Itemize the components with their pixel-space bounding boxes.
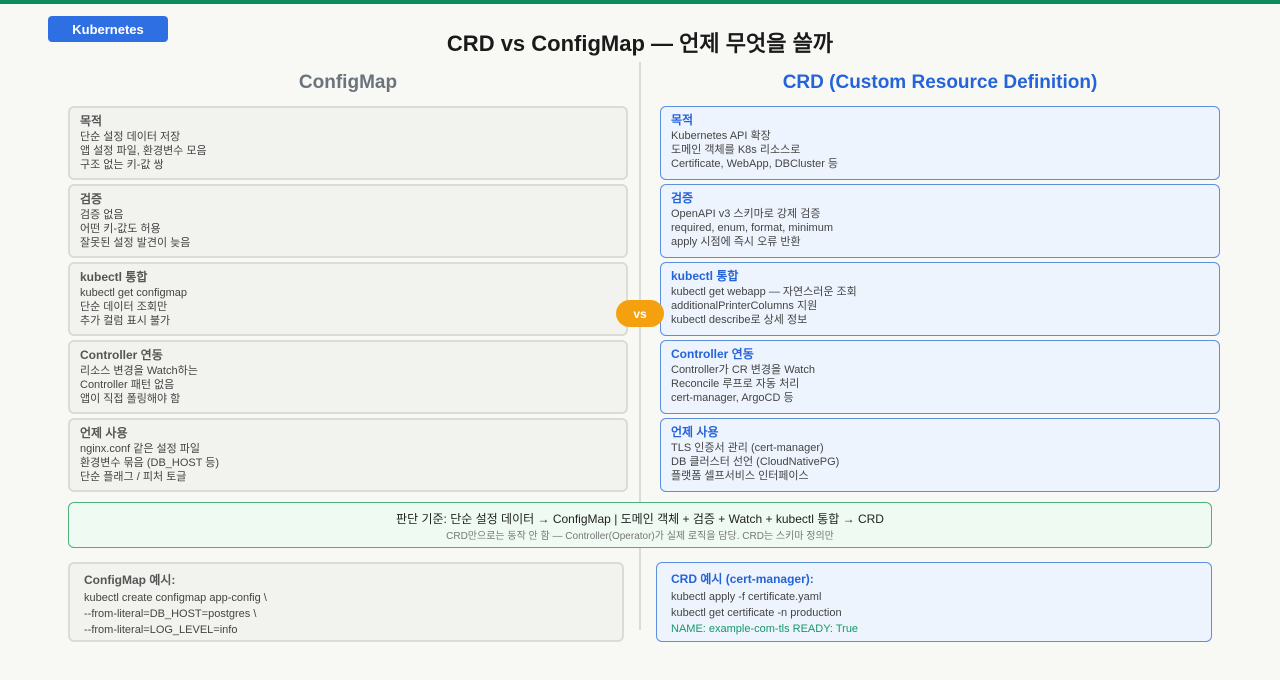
crd-example-box: CRD 예시 (cert-manager): kubectl apply -f …	[656, 562, 1212, 642]
decision-criteria-note: CRD만으로는 동작 안 함 — Controller(Operator)가 실…	[446, 531, 834, 542]
card-line: Controller 패턴 없음	[80, 379, 175, 391]
card-line: Controller가 CR 변경을 Watch	[671, 364, 815, 376]
configmap-card-when: 언제 사용 nginx.conf 같은 설정 파일 환경변수 묶음 (DB_HO…	[68, 418, 628, 492]
decision-criteria-box: 판단 기준: 단순 설정 데이터 → ConfigMap | 도메인 객체 + …	[68, 502, 1212, 548]
card-line: 어떤 키-값도 허용	[80, 223, 161, 235]
card-line: 플랫폼 셀프서비스 인터페이스	[671, 470, 809, 482]
page-title: CRD vs ConfigMap — 언제 무엇을 쓸까	[446, 31, 834, 56]
example-title: ConfigMap 예시:	[84, 573, 176, 587]
card-line: kubectl get webapp — 자연스러운 조회	[671, 286, 857, 298]
card-line: TLS 인증서 관리 (cert-manager)	[671, 442, 824, 454]
configmap-example-box: ConfigMap 예시: kubectl create configmap a…	[68, 562, 624, 642]
card-line: 추가 컬럼 표시 불가	[80, 315, 171, 327]
card-line: Certificate, WebApp, DBCluster 등	[671, 158, 839, 170]
example-output-line: NAME: example-com-tls READY: True	[671, 623, 859, 635]
example-line: --from-literal=LOG_LEVEL=info	[84, 624, 238, 636]
crd-card-controller: Controller 연동 Controller가 CR 변경을 Watch R…	[660, 340, 1220, 414]
crd-card-kubectl: kubectl 통합 kubectl get webapp — 자연스러운 조회…	[660, 262, 1220, 336]
card-line: Kubernetes API 확장	[671, 130, 771, 142]
card-title: kubectl 통합	[671, 269, 739, 283]
card-line: cert-manager, ArgoCD 등	[671, 392, 794, 404]
card-line: required, enum, format, minimum	[671, 222, 833, 234]
card-line: 단순 설정 데이터 저장	[80, 131, 181, 143]
card-line: nginx.conf 같은 설정 파일	[80, 443, 201, 455]
card-line: 검증 없음	[80, 209, 124, 221]
card-line: 도메인 객체를 K8s 리소스로	[671, 144, 801, 156]
card-line: 리소스 변경을 Watch하는	[80, 365, 198, 377]
crd-column-heading: CRD (Custom Resource Definition)	[782, 72, 1098, 93]
example-title: CRD 예시 (cert-manager):	[671, 572, 814, 586]
card-line: 구조 없는 키-값 쌍	[80, 159, 164, 171]
card-title: 목적	[671, 113, 694, 127]
configmap-card-controller: Controller 연동 리소스 변경을 Watch하는 Controller…	[68, 340, 628, 414]
example-line: kubectl apply -f certificate.yaml	[671, 591, 822, 603]
card-line: 앱 설정 파일, 환경변수 모음	[80, 145, 207, 157]
top-accent-bar	[0, 0, 1280, 4]
card-title: 목적	[80, 114, 103, 128]
crd-card-when: 언제 사용 TLS 인증서 관리 (cert-manager) DB 클러스터 …	[660, 418, 1220, 492]
configmap-card-validation: 검증 검증 없음 어떤 키-값도 허용 잘못된 설정 발견이 늦음	[68, 184, 628, 258]
card-line: kubectl describe로 상세 정보	[671, 314, 808, 326]
card-line: apply 시점에 즉시 오류 반환	[671, 236, 801, 248]
crd-card-validation: 검증 OpenAPI v3 스키마로 강제 검증 required, enum,…	[660, 184, 1220, 258]
card-title: 언제 사용	[671, 425, 719, 439]
configmap-card-kubectl: kubectl 통합 kubectl get configmap 단순 데이터 …	[68, 262, 628, 336]
card-line: DB 클러스터 선언 (CloudNativePG)	[671, 456, 840, 468]
configmap-column-heading: ConfigMap	[298, 72, 398, 93]
card-line: kubectl get configmap	[80, 287, 188, 299]
example-line: kubectl get certificate -n production	[671, 607, 842, 619]
card-line: 잘못된 설정 발견이 늦음	[80, 237, 191, 249]
vs-badge: vs	[616, 300, 664, 327]
card-line: additionalPrinterColumns 지원	[671, 300, 818, 312]
card-line: 앱이 직접 폴링해야 함	[80, 393, 181, 405]
crd-card-purpose: 목적 Kubernetes API 확장 도메인 객체를 K8s 리소스로 Ce…	[660, 106, 1220, 180]
decision-criteria-text: 판단 기준: 단순 설정 데이터 → ConfigMap | 도메인 객체 + …	[396, 512, 884, 526]
configmap-card-purpose: 목적 단순 설정 데이터 저장 앱 설정 파일, 환경변수 모음 구조 없는 키…	[68, 106, 628, 180]
card-line: 환경변수 묶음 (DB_HOST 등)	[80, 457, 220, 469]
card-line: OpenAPI v3 스키마로 강제 검증	[671, 208, 821, 220]
card-line: 단순 플래그 / 피처 토글	[80, 471, 187, 483]
card-line: Reconcile 루프로 자동 처리	[671, 378, 800, 390]
card-title: Controller 연동	[671, 347, 754, 361]
card-title: Controller 연동	[80, 348, 163, 362]
card-title: 검증	[671, 191, 694, 205]
example-line: kubectl create configmap app-config \	[84, 592, 267, 604]
card-title: 언제 사용	[80, 426, 128, 440]
card-title: kubectl 통합	[80, 270, 148, 284]
card-line: 단순 데이터 조회만	[80, 301, 168, 313]
example-line: --from-literal=DB_HOST=postgres \	[84, 608, 257, 620]
card-title: 검증	[80, 192, 103, 206]
